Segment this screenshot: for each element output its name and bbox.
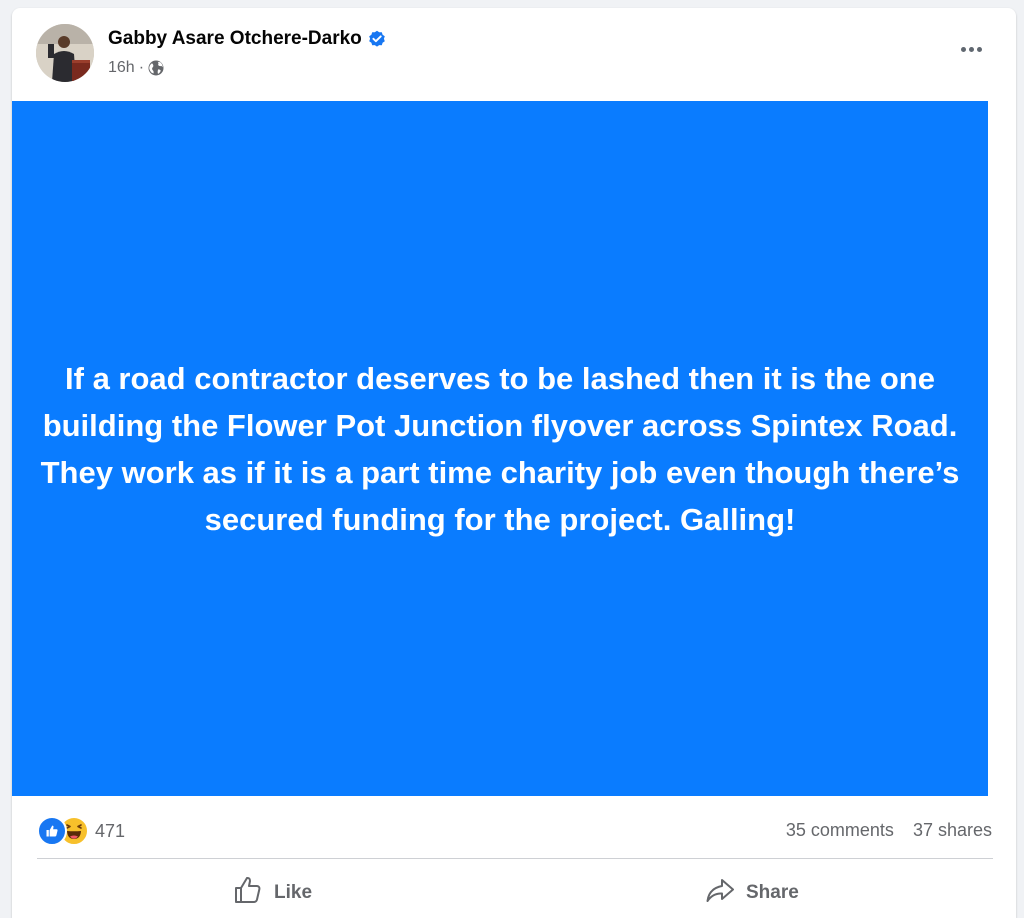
meta-separator: · <box>138 59 145 76</box>
more-dot <box>960 46 966 52</box>
author-avatar[interactable] <box>36 24 94 82</box>
post-actions: Like Share <box>12 860 1016 918</box>
post-text-background: If a road contractor deserves to be lash… <box>12 101 988 796</box>
post-header: Gabby Asare Otchere-Darko 16h · <box>12 8 1016 101</box>
more-dot <box>968 46 974 52</box>
action-divider <box>37 858 993 859</box>
reaction-count: 471 <box>95 820 126 841</box>
globe-icon[interactable] <box>148 60 164 76</box>
comments-count-link[interactable]: 35 comments <box>786 820 894 841</box>
post-text: If a road contractor deserves to be lash… <box>40 360 960 537</box>
like-reaction-icon <box>37 816 67 846</box>
shares-count-link[interactable]: 37 shares <box>913 820 992 841</box>
verified-badge-icon <box>368 30 386 48</box>
reactions-summary[interactable]: 471 <box>37 816 125 846</box>
author-name[interactable]: Gabby Asare Otchere-Darko <box>108 28 362 50</box>
share-arrow-icon <box>704 874 746 912</box>
post-card: Gabby Asare Otchere-Darko 16h · If a roa… <box>12 8 1016 918</box>
share-button[interactable]: Share <box>704 874 799 912</box>
share-label: Share <box>746 882 799 903</box>
more-options-button[interactable] <box>956 38 986 60</box>
more-dot <box>976 46 982 52</box>
post-stats: 471 35 comments 37 shares <box>12 812 992 852</box>
thumbs-up-icon <box>232 874 274 912</box>
post-timestamp[interactable]: 16h <box>108 59 135 77</box>
like-label: Like <box>274 882 313 903</box>
like-button[interactable]: Like <box>232 874 312 912</box>
